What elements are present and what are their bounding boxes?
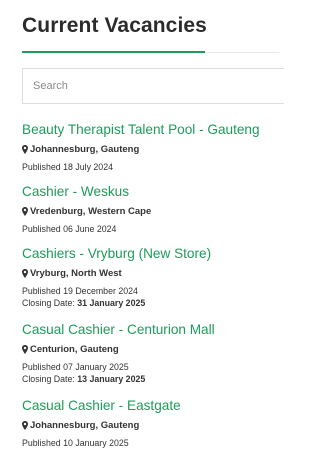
vacancy-location-text: Vryburg, North West (30, 267, 122, 279)
vacancy-item: Cashiers - Vryburg (New Store) Vryburg, … (22, 246, 279, 309)
vacancy-title-link[interactable]: Casual Cashier - Centurion Mall (22, 322, 279, 338)
vacancy-location-text: Johannesburg, Gauteng (30, 143, 140, 155)
map-marker-icon (22, 420, 28, 430)
vacancy-published: Published 06 June 2024 (22, 223, 279, 235)
published-label: Published (22, 362, 61, 372)
vacancy-published: Published 19 December 2024 (22, 285, 279, 297)
vacancy-location: Vredenburg, Western Cape (22, 205, 279, 217)
map-marker-icon (22, 206, 28, 216)
published-label: Published (22, 224, 61, 234)
title-divider (205, 52, 279, 53)
vacancy-location: Centurion, Gauteng (22, 343, 279, 355)
vacancy-closing: Closing Date: 13 January 2025 (22, 373, 279, 385)
vacancy-location-text: Johannesburg, Gauteng (30, 419, 140, 431)
vacancy-location: Vryburg, North West (22, 267, 279, 279)
vacancy-closing: Closing Date: 31 January 2025 (22, 297, 279, 309)
published-label: Published (22, 286, 61, 296)
title-underline (22, 51, 205, 53)
vacancy-location: Johannesburg, Gauteng (22, 143, 279, 155)
vacancy-item: Casual Cashier - Centurion Mall Centurio… (22, 322, 279, 385)
vacancy-title-link[interactable]: Cashiers - Vryburg (New Store) (22, 246, 279, 262)
published-label: Published (22, 162, 61, 172)
map-marker-icon (22, 344, 28, 354)
published-date: 06 June 2024 (63, 224, 117, 234)
vacancy-title-link[interactable]: Beauty Therapist Talent Pool - Gauteng (22, 122, 279, 138)
vacancy-published: Published 10 January 2025 (22, 437, 279, 449)
closing-label: Closing Date: (22, 374, 75, 384)
closing-label: Closing Date: (22, 298, 75, 308)
vacancy-published: Published 18 July 2024 (22, 161, 279, 173)
published-label: Published (22, 438, 61, 448)
vacancy-published: Published 07 January 2025 (22, 361, 279, 373)
search-input[interactable] (23, 69, 284, 103)
closing-date: 31 January 2025 (77, 298, 146, 308)
map-marker-icon (22, 144, 28, 154)
published-date: 18 July 2024 (63, 162, 113, 172)
closing-date: 13 January 2025 (77, 374, 146, 384)
published-date: 10 January 2025 (63, 438, 129, 448)
vacancy-item: Cashier - Weskus Vredenburg, Western Cap… (22, 184, 279, 235)
published-date: 07 January 2025 (63, 362, 129, 372)
page-title: Current Vacancies (22, 14, 207, 37)
map-marker-icon (22, 268, 28, 278)
vacancy-title-link[interactable]: Cashier - Weskus (22, 184, 279, 200)
vacancy-location: Johannesburg, Gauteng (22, 419, 279, 431)
vacancy-location-text: Centurion, Gauteng (30, 343, 119, 355)
search-box[interactable] (22, 68, 284, 104)
vacancy-location-text: Vredenburg, Western Cape (30, 205, 152, 217)
vacancy-item: Beauty Therapist Talent Pool - Gauteng J… (22, 122, 279, 173)
vacancy-item: Casual Cashier - Eastgate Johannesburg, … (22, 398, 279, 449)
vacancy-title-link[interactable]: Casual Cashier - Eastgate (22, 398, 279, 414)
published-date: 19 December 2024 (63, 286, 138, 296)
